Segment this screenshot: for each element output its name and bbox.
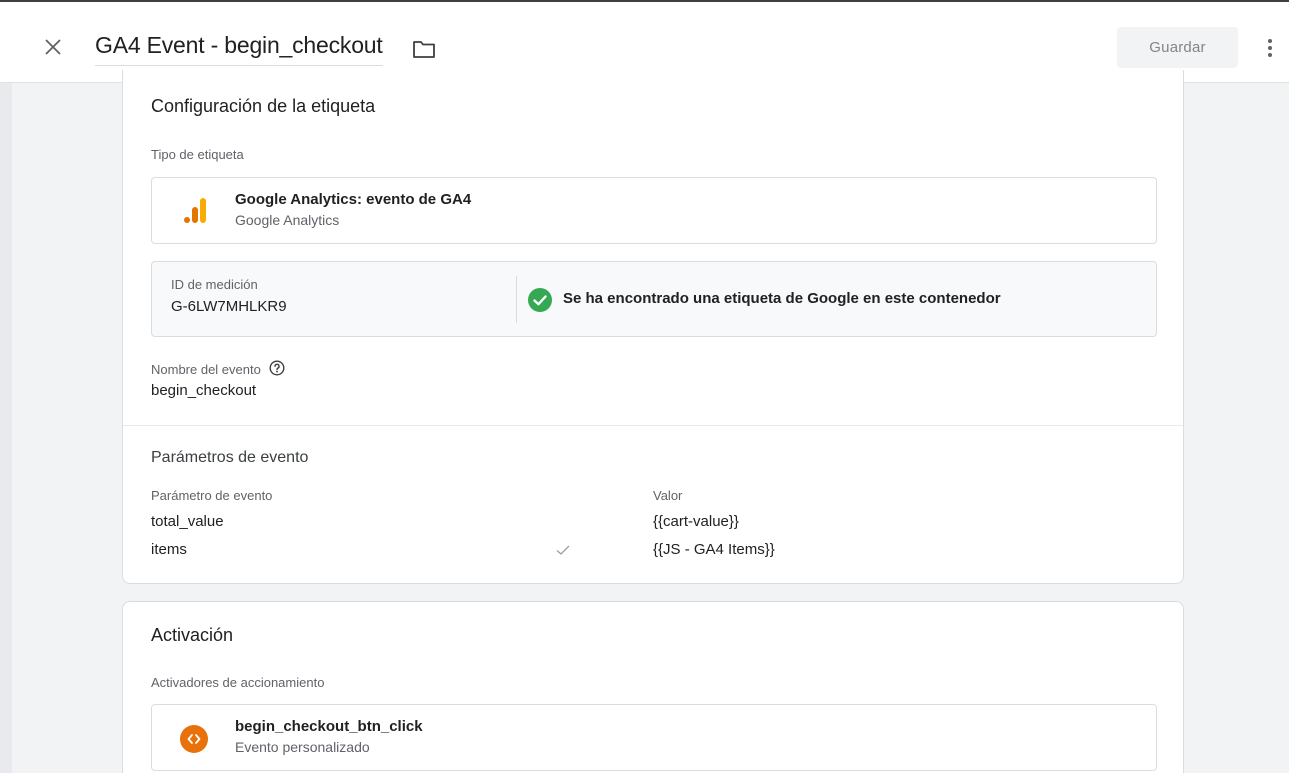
close-icon[interactable] [38,32,68,62]
tag-type-vendor: Google Analytics [235,212,340,228]
tag-type-name: Google Analytics: evento de GA4 [235,191,472,208]
event-name-label-row: Nombre del evento [151,360,287,378]
measurement-id-box: ID de medición G-6LW7MHLKR9 Se ha encont… [151,261,1157,337]
check-circle-icon [528,288,552,312]
folder-icon[interactable] [410,37,438,61]
section-title: Configuración de la etiqueta [151,96,376,116]
tag-configuration-card: Configuración de la etiqueta Tipo de eti… [122,70,1184,584]
section-title: Activación [151,625,234,645]
measurement-id-label: ID de medición [171,277,258,292]
trigger-name: begin_checkout_btn_click [235,718,423,735]
tag-type-label: Tipo de etiqueta [151,147,244,162]
divider [516,276,517,323]
param-value: {{JS - GA4 Items}} [653,541,775,558]
google-tag-found-status: Se ha encontrado una etiqueta de Google … [563,290,1001,307]
event-name-label: Nombre del evento [151,361,261,377]
param-column-header: Parámetro de evento [151,488,273,503]
trigger-item[interactable]: begin_checkout_btn_click Evento personal… [151,704,1157,771]
tag-title[interactable]: GA4 Event - begin_checkout [95,32,383,66]
code-icon [180,725,208,753]
param-name: items [151,541,187,558]
google-analytics-icon [180,196,210,226]
help-icon[interactable] [269,360,287,378]
event-name-value[interactable]: begin_checkout [151,382,256,399]
check-icon [555,542,571,558]
triggers-label: Activadores de accionamiento [151,675,325,690]
left-gutter [0,83,12,773]
event-params-title: Parámetros de evento [151,449,309,466]
param-value: {{cart-value}} [653,513,739,530]
param-name: total_value [151,513,224,530]
trigger-type: Evento personalizado [235,739,370,755]
triggering-card: Activación Activadores de accionamiento … [122,601,1184,773]
measurement-id-value[interactable]: G-6LW7MHLKR9 [171,298,287,315]
value-column-header: Valor [653,488,683,503]
tag-type-selector[interactable]: Google Analytics: evento de GA4 Google A… [151,177,1157,244]
more-vert-icon[interactable] [1258,35,1282,61]
save-button[interactable]: Guardar [1117,27,1238,68]
divider [123,425,1183,426]
